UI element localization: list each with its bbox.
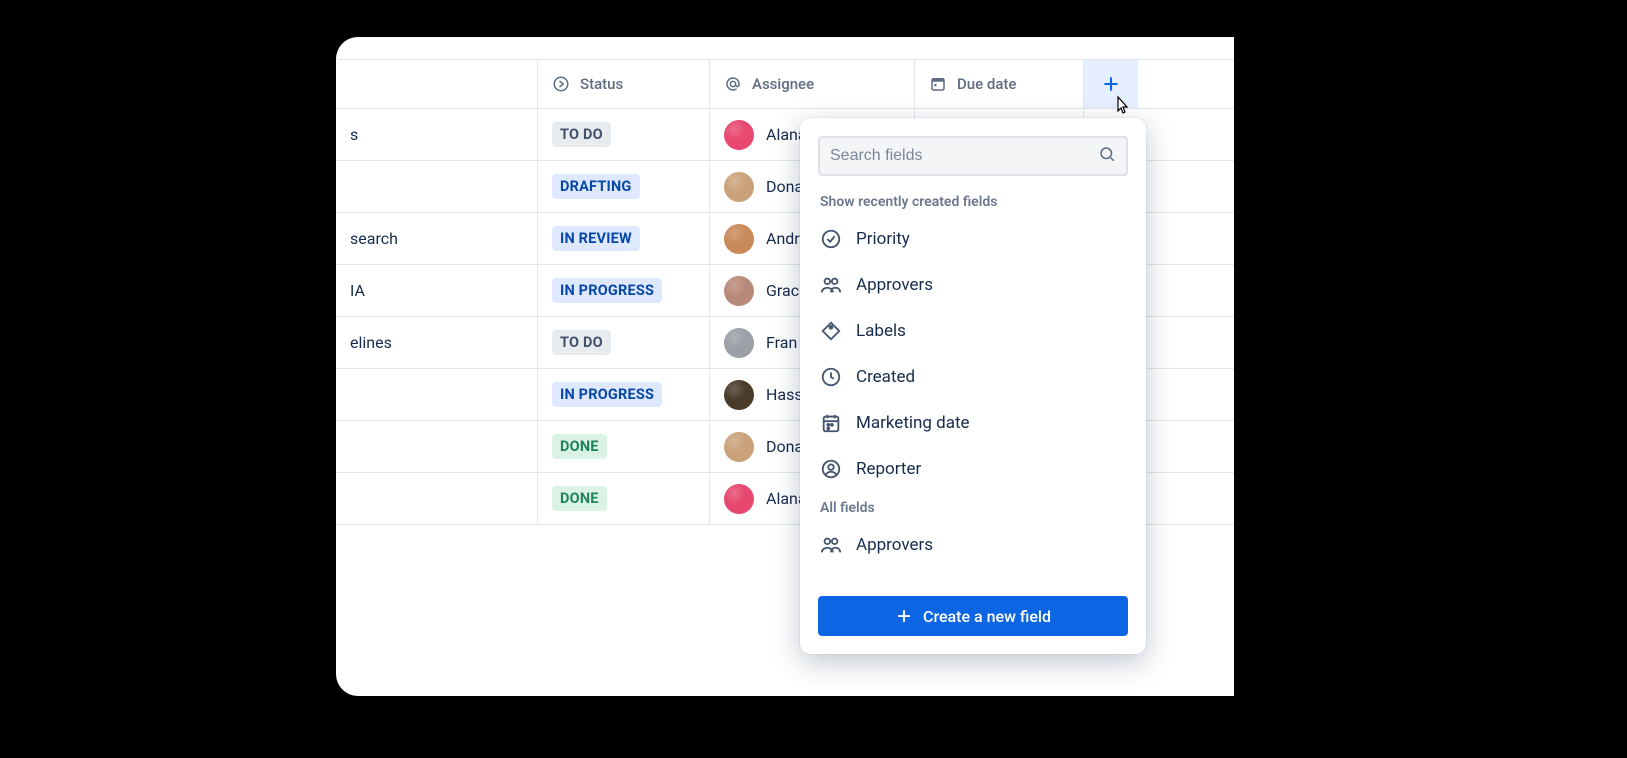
column-header-status[interactable]: Status bbox=[538, 60, 710, 108]
add-column-button[interactable] bbox=[1084, 60, 1138, 108]
status-cell[interactable]: TO DO bbox=[538, 109, 710, 160]
status-cell[interactable]: TO DO bbox=[538, 317, 710, 368]
field-item-label: Created bbox=[856, 367, 915, 387]
recent-field-item[interactable]: Reporter bbox=[800, 446, 1146, 492]
avatar bbox=[724, 276, 754, 306]
column-header-due-date[interactable]: Due date bbox=[915, 60, 1084, 108]
status-badge: IN PROGRESS bbox=[552, 278, 662, 303]
task-cell[interactable] bbox=[336, 421, 538, 472]
status-badge: DONE bbox=[552, 434, 607, 459]
clock-icon bbox=[820, 366, 842, 388]
task-cell[interactable]: s bbox=[336, 109, 538, 160]
field-item-label: Approvers bbox=[856, 535, 933, 555]
field-item-label: Labels bbox=[856, 321, 906, 341]
calendar-icon bbox=[820, 412, 842, 434]
status-cell[interactable]: DONE bbox=[538, 421, 710, 472]
status-cell[interactable]: IN REVIEW bbox=[538, 213, 710, 264]
status-badge: IN PROGRESS bbox=[552, 382, 662, 407]
status-badge: DRAFTING bbox=[552, 174, 640, 199]
column-header-task[interactable] bbox=[336, 60, 538, 108]
person-icon bbox=[820, 458, 842, 480]
priority-icon bbox=[820, 228, 842, 250]
column-header-assignee[interactable]: Assignee bbox=[710, 60, 915, 108]
create-field-label: Create a new field bbox=[923, 607, 1051, 626]
assignee-name: Andr bbox=[766, 229, 800, 248]
assignee-name: Dona bbox=[766, 177, 803, 196]
status-icon bbox=[552, 75, 570, 93]
search-icon bbox=[1098, 145, 1116, 167]
search-fields-input-wrap[interactable] bbox=[818, 136, 1128, 176]
field-item-label: Approvers bbox=[856, 275, 933, 295]
avatar bbox=[724, 120, 754, 150]
task-cell[interactable]: IA bbox=[336, 265, 538, 316]
status-badge: IN REVIEW bbox=[552, 226, 640, 251]
avatar bbox=[724, 432, 754, 462]
status-cell[interactable]: DONE bbox=[538, 473, 710, 524]
people-icon bbox=[820, 534, 842, 556]
field-item-label: Marketing date bbox=[856, 413, 970, 433]
task-cell[interactable]: search bbox=[336, 213, 538, 264]
avatar bbox=[724, 328, 754, 358]
avatar bbox=[724, 224, 754, 254]
status-badge: TO DO bbox=[552, 122, 611, 147]
task-cell[interactable] bbox=[336, 161, 538, 212]
all-fields-label: All fields bbox=[800, 492, 1146, 522]
assignee-name: Hass bbox=[766, 385, 803, 404]
avatar bbox=[724, 380, 754, 410]
task-cell[interactable] bbox=[336, 473, 538, 524]
assignee-name: Fran bbox=[766, 333, 797, 352]
avatar bbox=[724, 484, 754, 514]
status-badge: DONE bbox=[552, 486, 607, 511]
create-field-button[interactable]: Create a new field bbox=[818, 596, 1128, 636]
recent-field-item[interactable]: Marketing date bbox=[800, 400, 1146, 446]
all-field-item[interactable]: Approvers bbox=[800, 522, 1146, 564]
recent-field-item[interactable]: Approvers bbox=[800, 262, 1146, 308]
status-cell[interactable]: IN PROGRESS bbox=[538, 369, 710, 420]
recent-field-item[interactable]: Priority bbox=[800, 216, 1146, 262]
search-fields-input[interactable] bbox=[830, 147, 1098, 165]
column-header-label: Due date bbox=[957, 75, 1016, 93]
add-field-popover: Show recently created fields Priority App… bbox=[800, 118, 1146, 654]
people-icon bbox=[820, 274, 842, 296]
recent-field-item[interactable]: Created bbox=[800, 354, 1146, 400]
all-fields-list: Approvers bbox=[800, 522, 1146, 564]
field-item-label: Priority bbox=[856, 229, 910, 249]
mention-icon bbox=[724, 75, 742, 93]
status-badge: TO DO bbox=[552, 330, 611, 355]
table-header: Status Assignee Due date bbox=[336, 59, 1234, 109]
recent-fields-label: Show recently created fields bbox=[800, 186, 1146, 216]
app-window: Status Assignee Due date sTO DOAlanaDRAF… bbox=[336, 37, 1234, 696]
status-cell[interactable]: DRAFTING bbox=[538, 161, 710, 212]
avatar bbox=[724, 172, 754, 202]
recent-fields-list: Priority Approvers Labels Created Marketing … bbox=[800, 216, 1146, 492]
column-header-label: Status bbox=[580, 75, 623, 93]
status-cell[interactable]: IN PROGRESS bbox=[538, 265, 710, 316]
recent-field-item[interactable]: Labels bbox=[800, 308, 1146, 354]
tag-icon bbox=[820, 320, 842, 342]
field-item-label: Reporter bbox=[856, 459, 921, 479]
assignee-name: Dona bbox=[766, 437, 803, 456]
calendar-icon bbox=[929, 75, 947, 93]
task-cell[interactable] bbox=[336, 369, 538, 420]
column-header-label: Assignee bbox=[752, 75, 814, 93]
assignee-name: Grac bbox=[766, 281, 799, 300]
task-cell[interactable]: elines bbox=[336, 317, 538, 368]
